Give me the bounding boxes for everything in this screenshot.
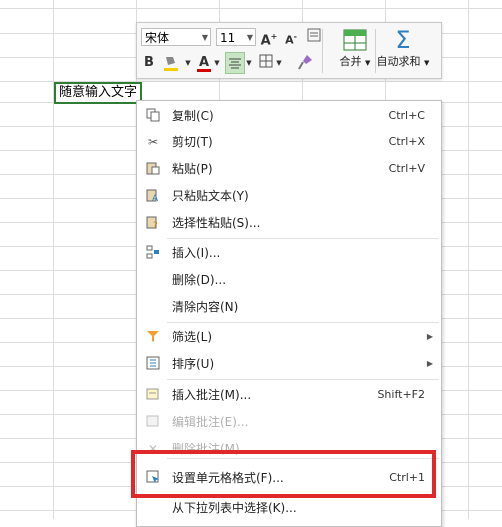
wrap-icon[interactable] — [305, 28, 323, 48]
menu-label: 筛选(L) — [172, 330, 213, 344]
menu-label: 只粘贴文本(Y) — [172, 189, 249, 203]
font-name-select[interactable]: 宋体 ▼ — [141, 28, 211, 46]
menu-item-sort[interactable]: 排序(U) ▶ — [137, 351, 441, 377]
menu-separator — [167, 238, 439, 239]
chevron-down-icon[interactable]: ▼ — [184, 54, 192, 72]
active-cell[interactable]: 随意输入文字 — [54, 82, 143, 104]
font-color-icon[interactable]: A — [195, 54, 213, 72]
menu-label: 复制(C) — [172, 109, 214, 123]
menu-separator — [167, 379, 439, 380]
autosum-label: 自动求和 ▼ — [376, 55, 430, 68]
chevron-down-icon[interactable]: ▼ — [275, 54, 283, 72]
menu-item-paste[interactable]: 粘贴(P) Ctrl+V — [137, 156, 441, 182]
scissors-icon: ✂ — [147, 135, 159, 149]
autosum-button[interactable]: Σ 自动求和 ▼ — [375, 26, 431, 74]
menu-item-pick-list[interactable]: 从下拉列表中选择(K)... — [137, 495, 441, 521]
paste-icon — [145, 161, 161, 177]
bold-icon[interactable]: B — [141, 54, 157, 72]
mini-toolbar: 宋体 ▼ 11 ▼ A+ A- B ▼ A ▼ ▼ ▼ 合并 ▼ Σ 自动求和 ▼ — [136, 22, 442, 79]
menu-label: 粘贴(P) — [172, 162, 213, 176]
menu-item-paste-text[interactable]: A 只粘贴文本(Y) — [137, 183, 441, 209]
fill-color-icon[interactable] — [161, 54, 183, 78]
insert-icon — [145, 245, 161, 261]
menu-item-copy[interactable]: 复制(C) Ctrl+C — [137, 103, 441, 129]
menu-item-edit-comment: 编辑批注(E)... — [137, 409, 441, 435]
highlight-annotation-box — [131, 450, 436, 498]
menu-item-paste-special[interactable]: ? 选择性粘贴(S)... — [137, 210, 441, 236]
grid-line — [0, 8, 502, 9]
svg-text:A: A — [152, 194, 159, 202]
menu-item-cut[interactable]: ✂ 剪切(T) Ctrl+X — [137, 129, 441, 155]
menu-label: 选择性粘贴(S)... — [172, 216, 261, 230]
shrink-font-icon[interactable]: A- — [282, 28, 300, 50]
submenu-arrow-icon: ▶ — [426, 332, 433, 341]
paste-special-icon: ? — [145, 215, 161, 231]
grid-line — [53, 0, 54, 519]
font-size-select[interactable]: 11 ▼ — [216, 28, 256, 46]
menu-label: 编辑批注(E)... — [172, 415, 249, 429]
autosum-icon: Σ — [395, 26, 411, 54]
menu-label: 插入(I)... — [172, 246, 221, 260]
sort-icon — [145, 356, 161, 372]
menu-item-insert[interactable]: 插入(I)... — [137, 240, 441, 266]
menu-label: 插入批注(M)... — [172, 388, 252, 402]
menu-item-filter[interactable]: 筛选(L) ▶ — [137, 324, 441, 350]
align-center-icon[interactable] — [225, 52, 245, 74]
copy-icon — [145, 108, 161, 124]
paste-text-icon: A — [145, 188, 161, 204]
menu-item-delete[interactable]: 删除(D)... — [137, 267, 441, 293]
menu-item-insert-comment[interactable]: 插入批注(M)... Shift+F2 — [137, 382, 441, 408]
menu-shortcut: Shift+F2 — [377, 388, 425, 401]
menu-shortcut: Ctrl+C — [388, 109, 425, 122]
menu-label: 排序(U) — [172, 357, 215, 371]
format-painter-icon[interactable] — [295, 54, 315, 76]
menu-item-clear[interactable]: 清除内容(N) — [137, 294, 441, 320]
menu-shortcut: Ctrl+V — [388, 162, 425, 175]
insert-comment-icon — [145, 387, 161, 403]
grow-font-icon[interactable]: A+ — [260, 28, 278, 50]
chevron-down-icon: ▼ — [246, 33, 253, 42]
chevron-down-icon[interactable]: ▼ — [245, 54, 253, 72]
menu-label: 清除内容(N) — [172, 300, 239, 314]
edit-comment-icon — [145, 414, 161, 430]
grid-line — [468, 0, 469, 519]
chevron-down-icon[interactable]: ▼ — [213, 54, 221, 72]
menu-shortcut: Ctrl+X — [388, 135, 425, 148]
chevron-down-icon: ▼ — [201, 33, 208, 42]
menu-label: 删除(D)... — [172, 273, 227, 287]
filter-icon — [145, 329, 161, 345]
font-name-value: 宋体 — [145, 31, 170, 45]
menu-separator — [167, 322, 439, 323]
font-size-value: 11 — [220, 31, 236, 45]
border-icon[interactable] — [257, 54, 275, 74]
submenu-arrow-icon: ▶ — [426, 359, 433, 368]
menu-label: 从下拉列表中选择(K)... — [172, 501, 297, 515]
toolbar-separator — [322, 29, 323, 73]
svg-text:?: ? — [153, 221, 158, 229]
menu-label: 剪切(T) — [172, 135, 213, 149]
